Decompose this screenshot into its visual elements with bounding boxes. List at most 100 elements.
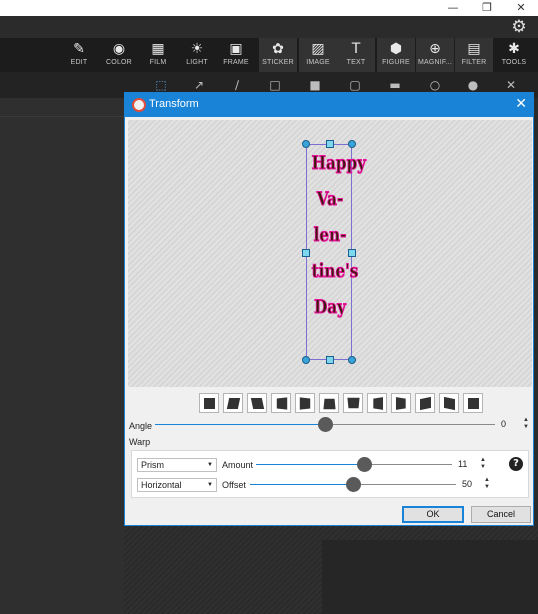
- tool-sticker[interactable]: ✿ STICKER: [259, 38, 297, 72]
- offset-value: 50: [462, 479, 473, 489]
- warp-type-dropdown[interactable]: Prism ▼: [137, 458, 217, 472]
- angle-slider-thumb[interactable]: [318, 417, 333, 432]
- help-icon[interactable]: ?: [509, 457, 523, 471]
- text-icon: T: [351, 41, 361, 57]
- rotate-handle-top-left[interactable]: [302, 140, 310, 148]
- rotate-handle-bottom-right[interactable]: [348, 356, 356, 364]
- warp-label: Warp: [129, 437, 151, 447]
- rotate-handle-bottom-left[interactable]: [302, 356, 310, 364]
- tool-edit[interactable]: ✎ EDIT: [60, 38, 98, 72]
- film-icon: ▦: [151, 41, 165, 57]
- tool-label: TOOLS: [501, 59, 527, 66]
- tool-label: FILTER: [461, 59, 487, 66]
- warp-shape-button[interactable]: [415, 393, 435, 413]
- amount-slider-thumb[interactable]: [356, 457, 372, 472]
- transform-dialog: Transform ✕ Happy Va-len-tine's Day Angle: [124, 92, 534, 526]
- rotate-handle-top-right[interactable]: [348, 140, 356, 148]
- tool-light[interactable]: ☀ LIGHT: [178, 38, 216, 72]
- warp-type-value: Prism: [141, 460, 164, 470]
- warp-shape-button[interactable]: [295, 393, 315, 413]
- spinner-arrows-icon[interactable]: ▲ ▼: [480, 457, 488, 471]
- close-icon[interactable]: ✕: [515, 96, 527, 112]
- tool-filter[interactable]: ▤ FILTER: [455, 38, 493, 72]
- tool-figure[interactable]: ⬢ FIGURE: [377, 38, 415, 72]
- close-window-button[interactable]: ✕: [504, 0, 538, 16]
- warp-shape-icon: [347, 397, 360, 409]
- warp-group: Prism ▼ Amount 11 ▲ ▼ ? Horizontal ▼ Offs…: [131, 450, 529, 498]
- magnifier-icon: ⊕: [429, 41, 441, 57]
- warp-shape-button[interactable]: [199, 393, 219, 413]
- warp-shape-icon: [276, 397, 288, 410]
- warp-shape-button[interactable]: [391, 393, 411, 413]
- tool-film[interactable]: ▦ FILM: [139, 38, 177, 72]
- text-line: len-: [313, 224, 347, 247]
- tool-label: FRAME: [223, 59, 249, 66]
- warp-shape-button[interactable]: [343, 393, 363, 413]
- warp-shape-icon: [299, 397, 311, 410]
- angle-slider[interactable]: [155, 417, 495, 432]
- tool-tools[interactable]: ✱ TOOLS: [495, 38, 533, 72]
- top-row: ⚙: [0, 16, 538, 38]
- resize-handle-right[interactable]: [348, 249, 356, 257]
- tool-image[interactable]: ▨ IMAGE: [299, 38, 337, 72]
- resize-handle-top[interactable]: [326, 140, 334, 148]
- color-icon: ◉: [112, 41, 126, 57]
- gear-icon[interactable]: ⚙: [510, 18, 528, 36]
- warp-shape-button[interactable]: [319, 393, 339, 413]
- warp-shape-icon: [323, 398, 336, 410]
- chevron-down-icon: ▼: [207, 462, 213, 468]
- warp-shape-button[interactable]: [439, 393, 459, 413]
- angle-value: 0: [501, 419, 507, 429]
- dialog-title-bar: Transform ✕: [125, 93, 533, 117]
- left-panel: [0, 98, 124, 614]
- warp-shape-icon: [468, 398, 479, 409]
- preview-canvas[interactable]: Happy Va-len-tine's Day: [128, 120, 532, 387]
- minimize-button[interactable]: —: [436, 0, 470, 16]
- angle-spinner[interactable]: 0 ▲ ▼: [501, 417, 531, 431]
- offset-slider-thumb[interactable]: [346, 477, 361, 492]
- warp-shape-button[interactable]: [247, 393, 267, 413]
- ok-button[interactable]: OK: [402, 506, 464, 523]
- text-line: Happy: [311, 152, 366, 175]
- tool-label: COLOR: [106, 59, 132, 66]
- tool-color[interactable]: ◉ COLOR: [100, 38, 138, 72]
- tool-magnifier[interactable]: ⊕ MAGNIF...: [416, 38, 454, 72]
- figure-icon: ⬢: [389, 41, 403, 57]
- amount-label: Amount: [222, 460, 254, 470]
- warp-direction-dropdown[interactable]: Horizontal ▼: [137, 478, 217, 492]
- tool-frame[interactable]: ▣ FRAME: [217, 38, 255, 72]
- warp-shape-button[interactable]: [367, 393, 387, 413]
- warp-shape-icon: [395, 397, 406, 410]
- cancel-button[interactable]: Cancel: [471, 506, 531, 523]
- amount-slider[interactable]: [256, 457, 452, 472]
- warp-shape-button[interactable]: [223, 393, 243, 413]
- tool-label: FIGURE: [382, 59, 410, 66]
- tool-label: STICKER: [262, 59, 294, 66]
- tool-text[interactable]: T TEXT: [337, 38, 375, 72]
- warp-shape-icon: [373, 397, 384, 410]
- app-logo-icon: [132, 98, 146, 112]
- spinner-arrows-icon[interactable]: ▲ ▼: [484, 477, 492, 491]
- offset-slider[interactable]: [250, 477, 456, 492]
- angle-label: Angle: [129, 421, 153, 431]
- amount-spinner[interactable]: 11 ▲ ▼: [458, 457, 488, 471]
- tool-label: IMAGE: [306, 59, 330, 66]
- warp-shape-button[interactable]: [271, 393, 291, 413]
- offset-spinner[interactable]: 50 ▲ ▼: [462, 477, 492, 491]
- text-bounding-box[interactable]: Happy Va-len-tine's Day: [302, 140, 366, 364]
- resize-handle-bottom[interactable]: [326, 356, 334, 364]
- offset-label: Offset: [222, 480, 246, 490]
- warp-shape-button[interactable]: [463, 393, 483, 413]
- restore-button[interactable]: ❐: [470, 0, 504, 16]
- edit-icon: ✎: [73, 41, 85, 57]
- resize-handle-left[interactable]: [302, 249, 310, 257]
- workspace-panel: [322, 540, 538, 614]
- tool-label: TEXT: [346, 59, 366, 66]
- dialog-title: Transform: [149, 98, 199, 110]
- sticker-icon: ✿: [272, 41, 284, 57]
- amount-value: 11: [458, 459, 468, 469]
- spinner-arrows-icon[interactable]: ▲ ▼: [523, 417, 531, 431]
- tools-icon: ✱: [508, 41, 520, 57]
- tool-label: LIGHT: [186, 59, 208, 66]
- text-line: Day: [314, 296, 347, 319]
